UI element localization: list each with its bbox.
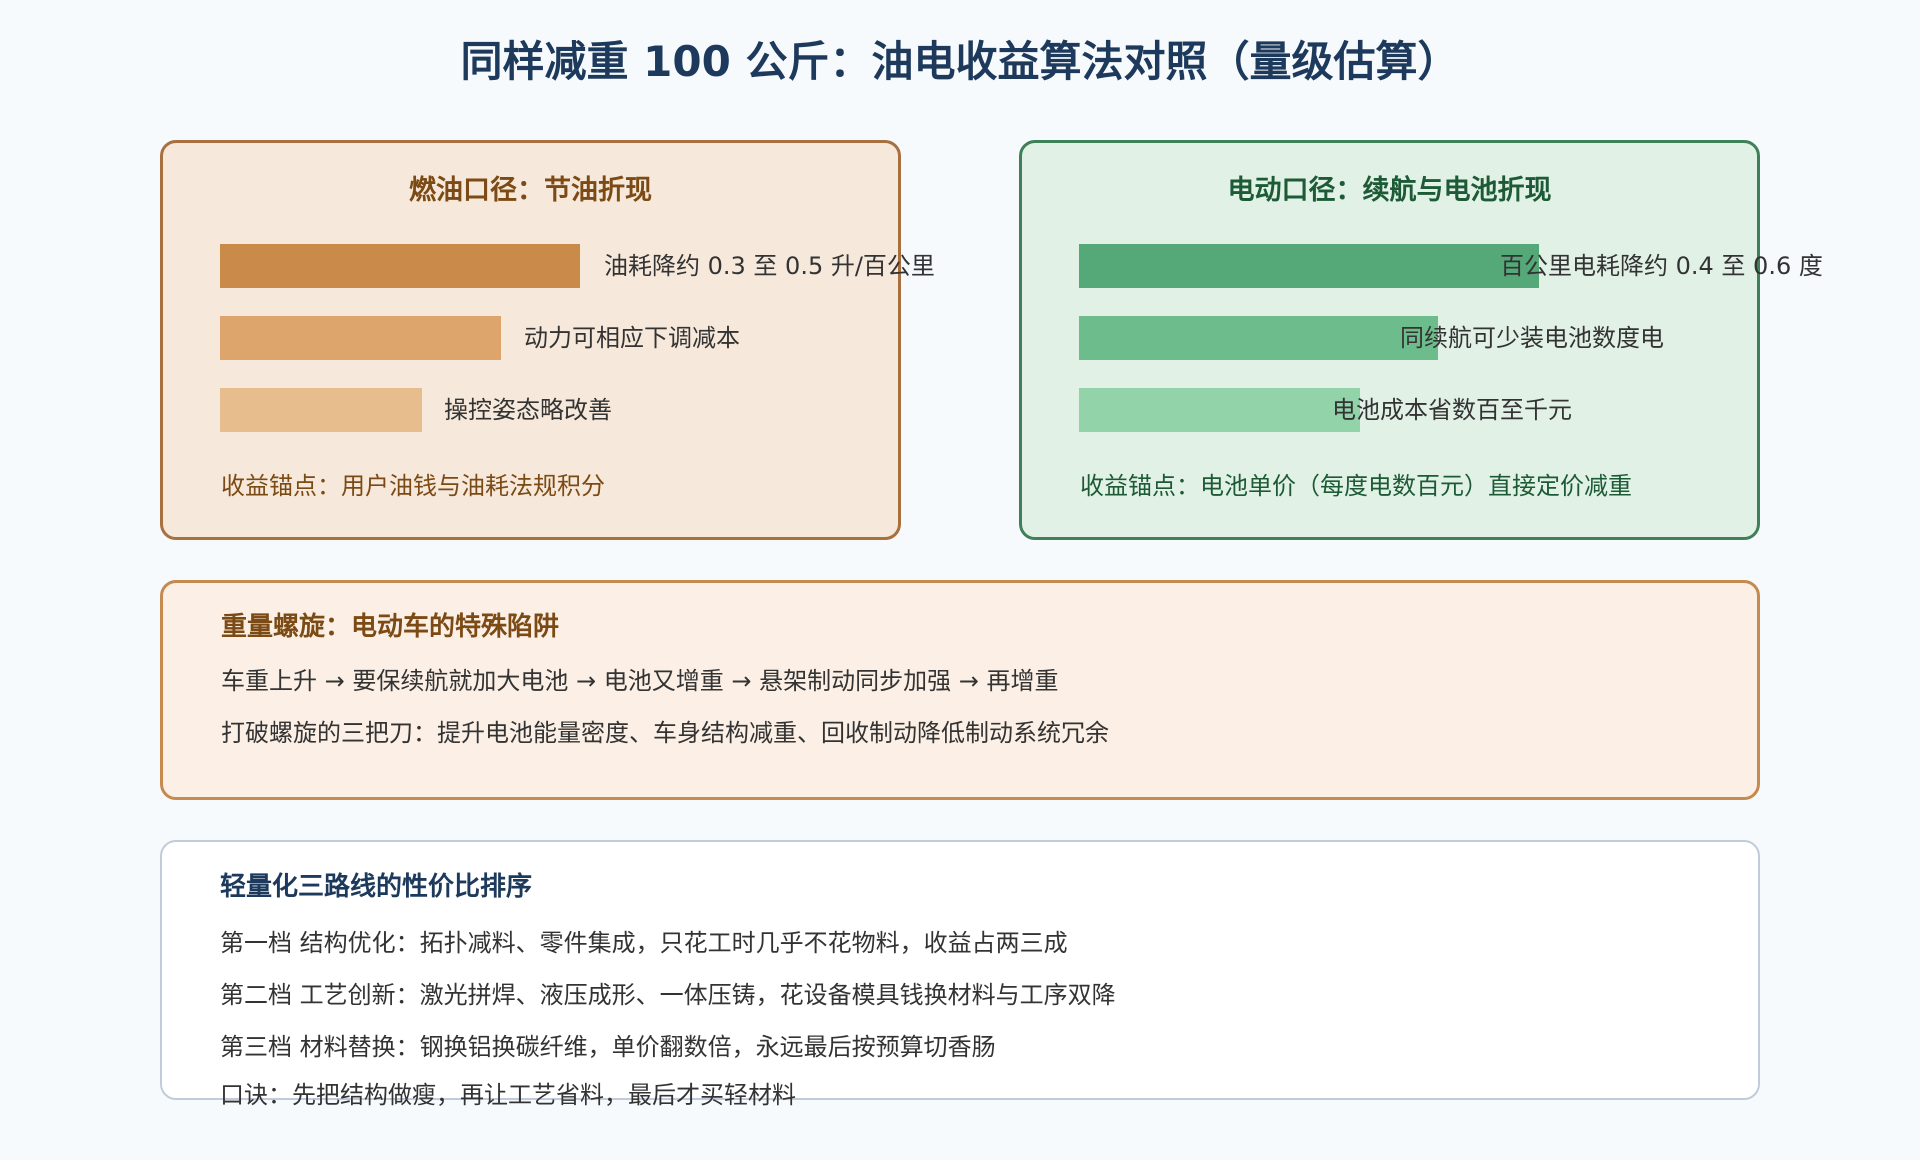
route-line-1: 第一档 结构优化：拓扑减料、零件集成，只花工时几乎不花物料，收益占两三成 — [220, 929, 1068, 957]
spiral-title: 重量螺旋：电动车的特殊陷阱 — [221, 612, 560, 642]
fuel-bar-2 — [220, 316, 501, 360]
fuel-bar-1 — [220, 244, 580, 288]
spiral-line-2: 打破螺旋的三把刀：提升电池能量密度、车身结构减重、回收制动降低制动系统冗余 — [221, 719, 1109, 747]
route-line-3: 第三档 材料替换：钢换铝换碳纤维，单价翻数倍，永远最后按预算切香肠 — [220, 1033, 996, 1061]
fuel-bar-1-label: 油耗降约 0.3 至 0.5 升/百公里 — [604, 252, 935, 280]
page-title: 同样减重 100 公斤：油电收益算法对照（量级估算） — [460, 37, 1460, 86]
ev-anchor: 收益锚点：电池单价（每度电数百元）直接定价减重 — [1080, 472, 1632, 500]
ev-bar-2-label: 同续航可少装电池数度电 — [1400, 324, 1664, 352]
route-line-4: 口诀：先把结构做瘦，再让工艺省料，最后才买轻材料 — [220, 1081, 796, 1109]
route-line-2: 第二档 工艺创新：激光拼焊、液压成形、一体压铸，花设备模具钱换材料与工序双降 — [220, 981, 1116, 1009]
ev-bar-3 — [1079, 388, 1360, 432]
fuel-bar-3 — [220, 388, 422, 432]
fuel-bar-2-label: 动力可相应下调减本 — [524, 324, 740, 352]
ev-card-title: 电动口径：续航与电池折现 — [1227, 175, 1552, 206]
fuel-bar-3-label: 操控姿态略改善 — [444, 396, 612, 424]
fuel-card: 燃油口径：节油折现 油耗降约 0.3 至 0.5 升/百公里 动力可相应下调减本… — [160, 140, 935, 540]
routes-card: 轻量化三路线的性价比排序 第一档 结构优化：拓扑减料、零件集成，只花工时几乎不花… — [160, 840, 1760, 1109]
ev-bar-1 — [1079, 244, 1539, 288]
ev-bar-3-label: 电池成本省数百至千元 — [1332, 396, 1572, 424]
ev-bar-1-label: 百公里电耗降约 0.4 至 0.6 度 — [1500, 252, 1823, 280]
routes-title: 轻量化三路线的性价比排序 — [220, 872, 533, 902]
weight-spiral-card: 重量螺旋：电动车的特殊陷阱 车重上升 → 要保续航就加大电池 → 电池又增重 →… — [160, 580, 1760, 800]
fuel-anchor: 收益锚点：用户油钱与油耗法规积分 — [221, 472, 605, 500]
ev-card: 电动口径：续航与电池折现 百公里电耗降约 0.4 至 0.6 度 同续航可少装电… — [1019, 140, 1823, 540]
fuel-card-title: 燃油口径：节油折现 — [409, 175, 652, 206]
ev-bar-2 — [1079, 316, 1438, 360]
spiral-line-1: 车重上升 → 要保续航就加大电池 → 电池又增重 → 悬架制动同步加强 → 再增… — [221, 667, 1059, 695]
